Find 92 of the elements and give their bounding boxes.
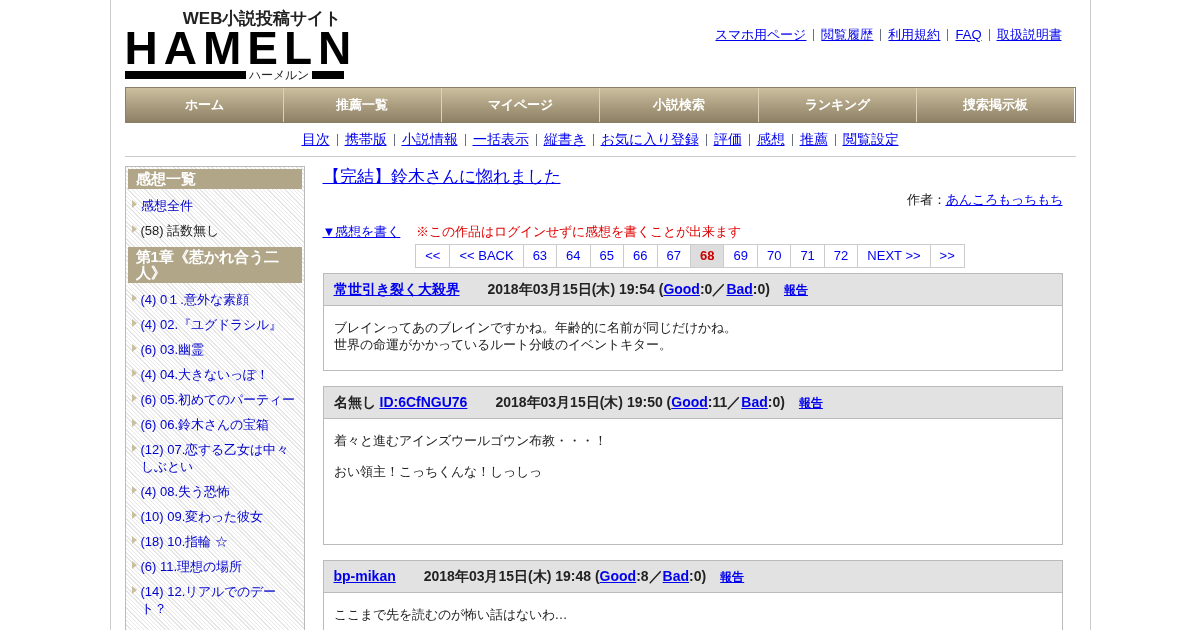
sidebar-item[interactable]: (6) 06.鈴木さんの宝箱: [140, 416, 270, 433]
page-link[interactable]: 65: [589, 244, 625, 268]
comment-text: ブレインってあのブレインですかね。年齢的に名前が同じだけかね。: [333, 319, 737, 336]
commenter-link[interactable]: ID:6CfNGU76: [379, 392, 468, 413]
bullet-icon: [131, 319, 137, 327]
comment-text: 世界の命運がかかっているルート分岐のイベントキター。: [333, 336, 672, 353]
page-link[interactable]: <<: [415, 244, 451, 268]
sub-nav-link[interactable]: 縦書き: [543, 129, 586, 150]
sidebar-item[interactable]: (6) 03.幽霊: [140, 341, 205, 358]
comment-date: 2018年03月15日(木) 19:54 (: [487, 280, 664, 299]
comment-date: 2018年03月15日(木) 19:50 (: [495, 393, 672, 412]
page-link[interactable]: 68: [690, 244, 725, 268]
sub-nav-link[interactable]: 一括表示: [472, 129, 529, 150]
author-link[interactable]: あんころもっちもち: [945, 190, 1063, 210]
bullet-icon: [131, 294, 137, 302]
sidebar-item[interactable]: 感想全件: [140, 197, 193, 214]
sub-nav-link[interactable]: 評価: [713, 129, 742, 150]
page-link[interactable]: << BACK: [449, 244, 524, 268]
page-link[interactable]: 72: [823, 244, 859, 268]
bad-count: :0): [767, 393, 785, 412]
sidebar-item[interactable]: (12) 07.恋する乙女は中々しぶとい: [140, 441, 298, 475]
bullet-icon: [131, 444, 137, 452]
bad-link[interactable]: Bad: [741, 392, 768, 413]
bullet-icon: [131, 486, 137, 494]
logo-reading: ハーメルン: [248, 69, 309, 81]
good-link[interactable]: Good: [671, 392, 708, 413]
page-link[interactable]: >>: [929, 244, 965, 268]
notice-text: ※この作品はログインせずに感想を書くことが出来ます: [416, 222, 742, 241]
page-link[interactable]: 66: [623, 244, 658, 268]
sub-nav-link[interactable]: お気に入り登録: [600, 129, 699, 150]
bad-link[interactable]: Bad: [662, 566, 690, 587]
bullet-icon: [131, 511, 137, 519]
sidebar-heading: 第1章《惹かれ合う二人》: [127, 247, 302, 283]
sidebar-item[interactable]: (4) 08.失う恐怖: [140, 483, 231, 500]
bullet-icon: [131, 225, 137, 233]
comment-text: おい領主！こっちくんな！しっしっ: [333, 463, 542, 480]
good-count: :0／: [699, 280, 727, 299]
bullet-icon: [131, 200, 137, 208]
sub-nav-link[interactable]: 感想: [756, 129, 785, 150]
sidebar-item[interactable]: (6) 05.初めてのパーティー: [140, 391, 296, 408]
bad-count: :0): [752, 280, 770, 299]
bullet-icon: [131, 344, 137, 352]
sidebar-heading: 感想一覧: [127, 169, 302, 189]
write-comment-link[interactable]: ▼感想を書く: [322, 221, 401, 241]
sidebar-item[interactable]: (6) 11.理想の場所: [140, 558, 243, 575]
sidebar-item[interactable]: (14) 12.リアルでのデート？: [140, 583, 298, 617]
top-link[interactable]: 利用規約: [888, 25, 941, 45]
comment-text: ここまで先を読むのが怖い話はないわ…: [333, 606, 568, 623]
sub-nav-link[interactable]: 携帯版: [344, 129, 387, 150]
comment-date: 2018年03月15日(木) 19:48 (: [423, 567, 600, 586]
sub-nav-link[interactable]: 推薦: [799, 129, 828, 150]
commenter-link[interactable]: 常世引き裂く大殺界: [333, 279, 460, 300]
bullet-icon: [131, 369, 137, 377]
sidebar-item[interactable]: (4) 04.大きないっぽ！: [140, 366, 270, 383]
top-link[interactable]: スマホ用ページ: [715, 25, 807, 45]
commenter-link[interactable]: bp-mikan: [333, 566, 396, 587]
sidebar-item: (58) 話数無し: [140, 222, 220, 239]
bad-count: :0): [689, 567, 707, 586]
page-link[interactable]: 70: [756, 244, 792, 268]
sub-nav-link[interactable]: 小説情報: [401, 129, 458, 150]
bullet-icon: [131, 586, 137, 594]
report-link[interactable]: 報告: [720, 567, 745, 586]
page-link[interactable]: 63: [522, 244, 558, 268]
report-link[interactable]: 報告: [798, 393, 823, 412]
top-link[interactable]: 取扱説明書: [996, 25, 1062, 45]
logo-tagline: WEB小説投稿サイト: [182, 10, 343, 28]
sidebar-item[interactable]: (4) 02.『ユグドラシル』: [140, 316, 283, 333]
work-title[interactable]: 【完結】鈴木さんに惚れました: [322, 166, 561, 188]
bullet-icon: [131, 394, 137, 402]
sidebar-item[interactable]: (4) 0１.意外な素顔: [140, 291, 249, 308]
page-link[interactable]: 71: [790, 244, 825, 268]
sidebar-item[interactable]: (18) 10.指輪 ☆: [140, 533, 228, 550]
report-link[interactable]: 報告: [783, 280, 808, 299]
sidebar-item[interactable]: (10) 09.変わった彼女: [140, 508, 264, 525]
bad-link[interactable]: Bad: [726, 279, 753, 300]
sub-nav-link[interactable]: 目次: [301, 129, 330, 150]
good-count: :11／: [707, 393, 742, 412]
bullet-icon: [131, 419, 137, 427]
good-link[interactable]: Good: [663, 279, 700, 300]
good-count: :8／: [636, 567, 663, 586]
logo-bar: [311, 71, 344, 79]
page-link[interactable]: 64: [556, 244, 591, 268]
author-label: 作者：: [906, 191, 946, 209]
top-link[interactable]: 閲覧履歴: [821, 25, 874, 45]
author-name: 名無し: [333, 393, 376, 412]
top-link[interactable]: FAQ: [955, 25, 982, 45]
comment-text: 着々と進むアインズウールゴウン布教・・・！: [333, 432, 607, 449]
bullet-icon: [131, 536, 137, 544]
sub-nav-link[interactable]: 閲覧設定: [842, 129, 899, 150]
page-link[interactable]: NEXT >>: [857, 244, 931, 268]
page-link[interactable]: 69: [723, 244, 758, 268]
bullet-icon: [131, 561, 137, 569]
